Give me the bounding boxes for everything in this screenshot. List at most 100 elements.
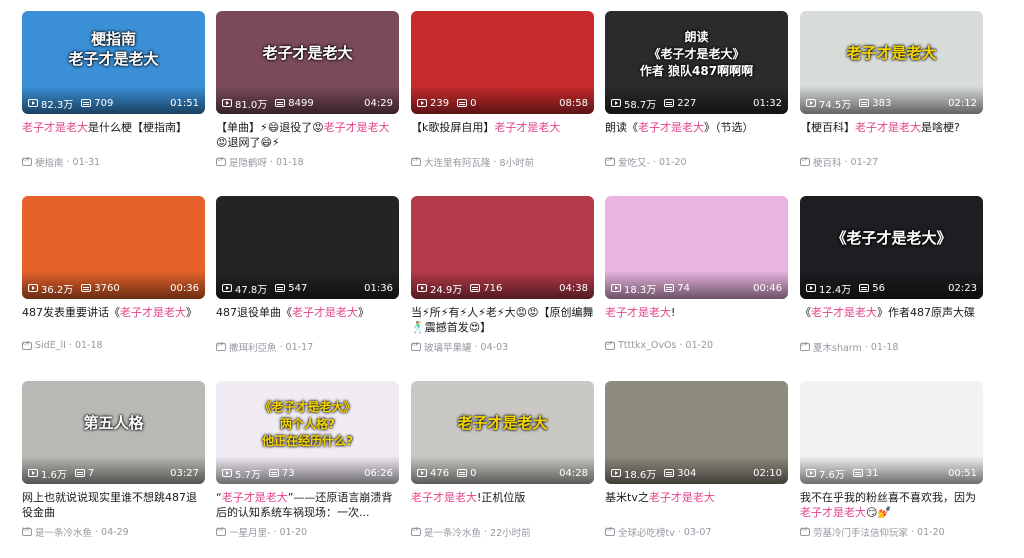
video-thumbnail[interactable]: 18.6万 304 02:10 [605, 381, 788, 484]
video-meta: 爱吃又-·01-20 [605, 155, 788, 169]
video-thumbnail[interactable]: 梗指南 老子才是老大 82.3万 709 01:51 [22, 11, 205, 114]
uploader-name[interactable]: 一星月里- [229, 525, 270, 539]
video-thumbnail[interactable]: 18.3万 74 00:46 [605, 196, 788, 299]
title-text: 朗读《 [605, 121, 638, 134]
video-title[interactable]: 【单曲】⚡😄退役了😡老子才是老大 😡退网了😄⚡ [216, 120, 399, 150]
view-count: 18.3万 [624, 284, 657, 296]
video-title[interactable]: 网上也就说说现实里谁不想跳487退役金曲 [22, 490, 205, 520]
video-title[interactable]: “老子才是老大”——还原语言崩溃背后的认知系统车祸现场：一次... [216, 490, 399, 520]
video-thumbnail[interactable]: 《老子才是老大》 两个人格? 他正在经历什么? 5.7万 73 06:26 [216, 381, 399, 484]
video-meta: 是一条冷水鱼·04-29 [22, 525, 205, 539]
uploader-name[interactable]: 爱吃又- [618, 155, 650, 169]
video-meta: 是隐鹤呀·01-18 [216, 155, 399, 169]
uploader-name[interactable]: SidE_lI [35, 340, 66, 351]
uploader-name[interactable]: Ttttkx_OvOs [618, 340, 676, 351]
video-card[interactable]: 18.3万 74 00:46 老子才是老大! Ttttkx_OvOs·01-20 [605, 196, 788, 351]
video-thumbnail[interactable]: 7.6万 31 00:51 [800, 381, 983, 484]
uploader-icon [216, 157, 226, 166]
video-card[interactable]: 18.6万 304 02:10 基米tv之老子才是老大全球必吃榜tv·03-07 [605, 381, 788, 539]
uploader-name[interactable]: 撒珥利亞魚 [229, 340, 277, 354]
uploader-name[interactable]: 大连里有阿瓦隆 [424, 155, 491, 169]
video-card[interactable]: 朗读 《老子才是老大》 作者 狼队487啊啊啊 58.7万 227 01:32 朗读《老… [605, 11, 788, 169]
danmaku-icon [664, 284, 675, 292]
video-card[interactable]: 47.8万 547 01:36 487退役单曲《老子才是老大》撒珥利亞魚·01-17 [216, 196, 399, 354]
title-text: 基米tv之 [605, 491, 649, 504]
uploader-name[interactable]: 梗百科 [813, 155, 842, 169]
meta-separator: · [273, 526, 277, 538]
video-card[interactable]: 《老子才是老大》 两个人格? 他正在经历什么? 5.7万 73 06:26 “老子才是老… [216, 381, 399, 539]
video-title[interactable]: 487发表重要讲话《老子才是老大》 [22, 305, 205, 335]
video-title[interactable]: 朗读《老子才是老大》（节选） [605, 120, 788, 150]
video-card[interactable]: 24.9万 716 04:38 当⚡所⚡有⚡人⚡老⚡大😡😡【原创编舞🕺震撼首发😍】玻璃… [411, 196, 594, 354]
video-title[interactable]: 基米tv之老子才是老大 [605, 490, 788, 520]
video-card[interactable]: 老子才是老大476004:28 老子才是老大!正机位版是一条冷水鱼·22小时前 [411, 381, 594, 539]
danmaku-icon [275, 284, 286, 292]
upload-date: 01-31 [72, 156, 101, 168]
title-text: 》（节选） [704, 121, 754, 134]
video-meta: 玻璃苹果罐·04-03 [411, 340, 594, 354]
upload-date: 01-17 [285, 341, 314, 353]
uploader-name[interactable]: 玻璃苹果罐 [424, 340, 472, 354]
video-thumbnail[interactable]: 239 0 08:58 [411, 11, 594, 114]
video-title[interactable]: 老子才是老大!正机位版 [411, 490, 594, 520]
danmaku-count: 547 [288, 282, 308, 294]
video-title[interactable]: 487退役单曲《老子才是老大》 [216, 305, 399, 335]
play-count-icon [28, 284, 38, 292]
video-duration: 04:38 [559, 282, 588, 294]
upload-date: 01-20 [685, 340, 714, 351]
uploader-name[interactable]: 是一条冷水鱼 [35, 525, 92, 539]
video-card[interactable]: 老子才是老大74.5万38302:12【梗百科】老子才是老大是啥梗?梗百科·01… [800, 11, 983, 169]
video-title[interactable]: 老子才是老大是什么梗【梗指南】 [22, 120, 205, 150]
video-card[interactable]: 36.2万 3760 00:36 487发表重要讲话《老子才是老大》 SidE_lI·0… [22, 196, 205, 351]
view-count: 82.3万 [41, 99, 74, 111]
thumbnail-caption: 《老子才是老大》 两个人格? 他正在经历什么? [259, 400, 356, 448]
video-meta: 是一条冷水鱼·22小时前 [411, 525, 594, 539]
play-count-icon [806, 99, 816, 107]
uploader-name[interactable]: 是一条冷水鱼 [424, 525, 481, 539]
uploader-name[interactable]: 全球必吃榜tv [618, 525, 675, 539]
view-count: 74.5万 [819, 99, 852, 111]
video-duration: 06:26 [364, 467, 393, 479]
video-card[interactable]: 老子才是老大 81.0万 8499 04:29 【单曲】⚡😄退役了😡老子才是老大😡退网了… [216, 11, 399, 169]
video-card[interactable]: 239 0 08:58 【k歌投屏自用】老子才是老大大连里有阿瓦隆·8小时前 [411, 11, 594, 169]
danmaku-count: 227 [677, 97, 697, 109]
thumbnail-caption: 老子才是老大 [262, 44, 353, 62]
video-stats: 18.6万 304 02:10 [611, 466, 782, 481]
video-card[interactable]: 第五人格 1.6万 7 03:27 网上也就说说现实里谁不想跳487退役金曲是一条冷水鱼… [22, 381, 205, 539]
video-title[interactable]: 《老子才是老大》作者487原声大碟 [800, 305, 983, 335]
title-text: 是啥梗? [921, 121, 960, 134]
video-thumbnail[interactable]: 老子才是老大 81.0万 8499 04:29 [216, 11, 399, 114]
video-card[interactable]: 《老子才是老大》 12.4万 56 02:23 《老子才是老大》作者487原声大碟夏木s… [800, 196, 983, 354]
meta-separator: · [279, 341, 283, 353]
uploader-name[interactable]: 夏木sharm [813, 340, 862, 354]
video-thumbnail[interactable]: 24.9万 716 04:38 [411, 196, 594, 299]
video-duration: 04:29 [364, 97, 393, 109]
danmaku-count: 7 [87, 467, 95, 479]
video-title[interactable]: 老子才是老大! [605, 305, 788, 335]
uploader-name[interactable]: 梗指南 [35, 155, 64, 169]
uploader-name[interactable]: 是隐鹤呀 [229, 155, 267, 169]
video-title[interactable]: 【k歌投屏自用】老子才是老大 [411, 120, 594, 150]
title-highlight: 老子才是老大 [648, 491, 715, 504]
play-count-icon [417, 469, 427, 477]
play-count-icon [28, 469, 38, 477]
video-thumbnail[interactable]: 47.8万 547 01:36 [216, 196, 399, 299]
video-thumbnail[interactable]: 第五人格 1.6万 7 03:27 [22, 381, 205, 484]
video-thumbnail[interactable]: 《老子才是老大》 12.4万 56 02:23 [800, 196, 983, 299]
danmaku-count: 56 [872, 282, 885, 294]
video-title[interactable]: 我不在乎我的粉丝喜不喜欢我，因为老子才是老大😏💅 [800, 490, 983, 520]
video-card[interactable]: 7.6万 31 00:51 我不在乎我的粉丝喜不喜欢我，因为老子才是老大😏💅 劳基冷门手… [800, 381, 983, 539]
video-thumbnail[interactable]: 老子才是老大 476 0 04:28 [411, 381, 594, 484]
title-text: 》作者487原声大碟 [877, 306, 975, 319]
video-thumbnail[interactable]: 老子才是老大 74.5万 383 02:12 [800, 11, 983, 114]
video-thumbnail[interactable]: 朗读 《老子才是老大》 作者 狼队487啊啊啊 58.7万 227 01:32 [605, 11, 788, 114]
video-card[interactable]: 梗指南 老子才是老大82.3万70901:51 老子才是老大是什么梗【梗指南】梗指… [22, 11, 205, 169]
video-thumbnail[interactable]: 36.2万 3760 00:36 [22, 196, 205, 299]
video-title[interactable]: 当⚡所⚡有⚡人⚡老⚡大😡😡【原创编舞🕺震撼首发😍】 [411, 305, 594, 335]
video-title[interactable]: 【梗百科】老子才是老大是啥梗? [800, 120, 983, 150]
upload-date: 01-18 [74, 340, 103, 351]
uploader-name[interactable]: 劳基冷门手法信仰玩家 [813, 525, 908, 539]
video-meta: 大连里有阿瓦隆·8小时前 [411, 155, 594, 169]
video-duration: 00:36 [170, 282, 199, 294]
play-count-icon [222, 284, 232, 292]
